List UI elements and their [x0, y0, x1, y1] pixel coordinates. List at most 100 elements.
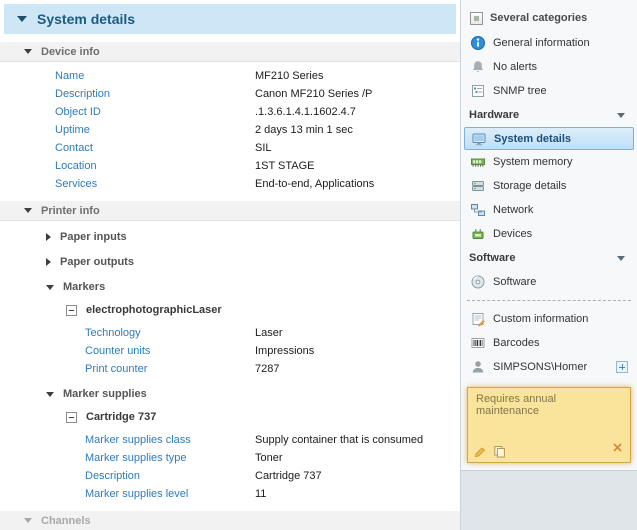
app-window: System details Device info Name MF210 Se… [0, 0, 637, 530]
section-header-printer-info[interactable]: Printer info [0, 201, 460, 221]
property-label: Uptime [55, 124, 255, 136]
collapse-minus-icon[interactable] [66, 305, 77, 316]
section-header-channels[interactable]: Channels [0, 511, 460, 530]
collapse-arrow-icon [24, 208, 32, 213]
property-label: Services [55, 178, 255, 190]
note-edit-icon [470, 311, 486, 327]
tree-group-label: Paper outputs [60, 256, 134, 268]
barcode-icon [470, 335, 486, 351]
sidebar-divider [467, 300, 631, 301]
sidebar-item-barcodes[interactable]: Barcodes [461, 331, 637, 355]
collapse-arrow-icon [46, 285, 54, 290]
tree-group-paper-outputs[interactable]: Paper outputs [0, 253, 460, 271]
tree-group-label: Marker supplies [63, 388, 147, 400]
sticky-note[interactable]: Requires annual maintenance [467, 387, 631, 463]
several-categories-label: Several categories [490, 12, 587, 24]
sidebar-item-label: Software [493, 276, 536, 288]
property-row: Contact SIL [0, 139, 460, 157]
property-row: Object ID .1.3.6.1.4.1.1602.4.7 [0, 103, 460, 121]
sticky-note-text: Requires annual maintenance [476, 393, 556, 417]
expand-arrow-icon [46, 258, 51, 266]
section-title: Device info [41, 46, 100, 58]
property-value: Cartridge 737 [255, 470, 322, 482]
property-value: 7287 [255, 363, 279, 375]
sidebar-item-snmp-tree[interactable]: SNMP tree [461, 79, 637, 103]
sidebar-footer-area [461, 470, 637, 530]
copy-icon[interactable] [493, 445, 506, 458]
tree-group-paper-inputs[interactable]: Paper inputs [0, 228, 460, 246]
property-label: Marker supplies type [85, 452, 255, 464]
edit-pencil-icon[interactable] [474, 445, 487, 458]
property-value: SIL [255, 142, 272, 154]
sidebar-item-label: General information [493, 37, 590, 49]
device-info-rows: Name MF210 Series Description Canon MF21… [0, 67, 460, 193]
property-label: Marker supplies level [85, 488, 255, 500]
sidebar-item-custom-information[interactable]: Custom information [461, 307, 637, 331]
property-row: Marker supplies type Toner [0, 449, 460, 467]
close-icon[interactable] [612, 442, 623, 453]
network-icon [470, 202, 486, 218]
section-title: Channels [41, 515, 91, 527]
sidebar-item-network[interactable]: Network [461, 198, 637, 222]
sidebar-section-hardware[interactable]: Hardware [461, 103, 637, 127]
property-label: Counter units [85, 345, 255, 357]
property-label: Technology [85, 327, 255, 339]
sidebar-item-general-information[interactable]: General information [461, 31, 637, 55]
sidebar-item-system-details[interactable]: System details [464, 127, 634, 150]
tree-group-label: Markers [63, 281, 105, 293]
page-title-bar[interactable]: System details [4, 4, 456, 34]
page-title: System details [37, 11, 135, 27]
property-value: Impressions [255, 345, 314, 357]
sidebar-item-label: SNMP tree [493, 85, 547, 97]
property-row: Location 1ST STAGE [0, 157, 460, 175]
collapse-minus-icon[interactable] [66, 412, 77, 423]
tree-node-label: electrophotographicLaser [86, 304, 222, 316]
bell-icon [470, 59, 486, 75]
sidebar-item-label: Barcodes [493, 337, 539, 349]
property-label: Marker supplies class [85, 434, 255, 446]
property-label: Description [55, 88, 255, 100]
disc-icon [470, 274, 486, 290]
collapse-arrow-icon [46, 392, 54, 397]
tree-node-electrophotographic-laser[interactable]: electrophotographicLaser [0, 301, 460, 319]
property-value: 1ST STAGE [255, 160, 315, 172]
property-row: Name MF210 Series [0, 67, 460, 85]
tree-group-label: Paper inputs [60, 231, 127, 243]
sidebar-item-devices[interactable]: Devices [461, 222, 637, 246]
sidebar-item-label: System details [494, 133, 571, 145]
property-label: Location [55, 160, 255, 172]
sidebar-section-title: Software [469, 252, 515, 264]
several-categories-toggle[interactable]: Several categories [461, 5, 637, 31]
add-plus-icon[interactable] [616, 361, 628, 373]
tree-group-marker-supplies[interactable]: Marker supplies [0, 385, 460, 403]
sidebar-item-label: Network [493, 204, 533, 216]
sidebar-item-no-alerts[interactable]: No alerts [461, 55, 637, 79]
property-label: Print counter [85, 363, 255, 375]
property-row: Print counter 7287 [0, 360, 460, 378]
checkbox-indeterminate-icon[interactable] [470, 12, 483, 25]
property-value: MF210 Series [255, 70, 323, 82]
property-label: Name [55, 70, 255, 82]
property-row: Services End-to-end, Applications [0, 175, 460, 193]
sidebar-item-label: Storage details [493, 180, 566, 192]
details-panel: System details Device info Name MF210 Se… [0, 0, 460, 530]
sidebar-section-title: Hardware [469, 109, 519, 121]
sidebar-item-system-memory[interactable]: System memory [461, 150, 637, 174]
section-title: Printer info [41, 205, 100, 217]
storage-icon [470, 178, 486, 194]
tree-node-label: Cartridge 737 [86, 411, 156, 423]
tree-node-cartridge-737[interactable]: Cartridge 737 [0, 408, 460, 426]
sidebar-item-storage-details[interactable]: Storage details [461, 174, 637, 198]
collapse-arrow-icon [24, 518, 32, 523]
property-label: Description [85, 470, 255, 482]
markers-rows: Technology Laser Counter units Impressio… [0, 324, 460, 378]
sidebar-section-software[interactable]: Software [461, 246, 637, 270]
property-label: Object ID [55, 106, 255, 118]
sidebar-item-user-account[interactable]: SIMPSONS\Homer [461, 355, 637, 379]
chevron-down-icon [617, 256, 625, 261]
sidebar-item-software[interactable]: Software [461, 270, 637, 294]
tree-group-markers[interactable]: Markers [0, 278, 460, 296]
section-header-device-info[interactable]: Device info [0, 42, 460, 62]
property-value: 2 days 13 min 1 sec [255, 124, 353, 136]
collapse-arrow-icon [24, 49, 32, 54]
